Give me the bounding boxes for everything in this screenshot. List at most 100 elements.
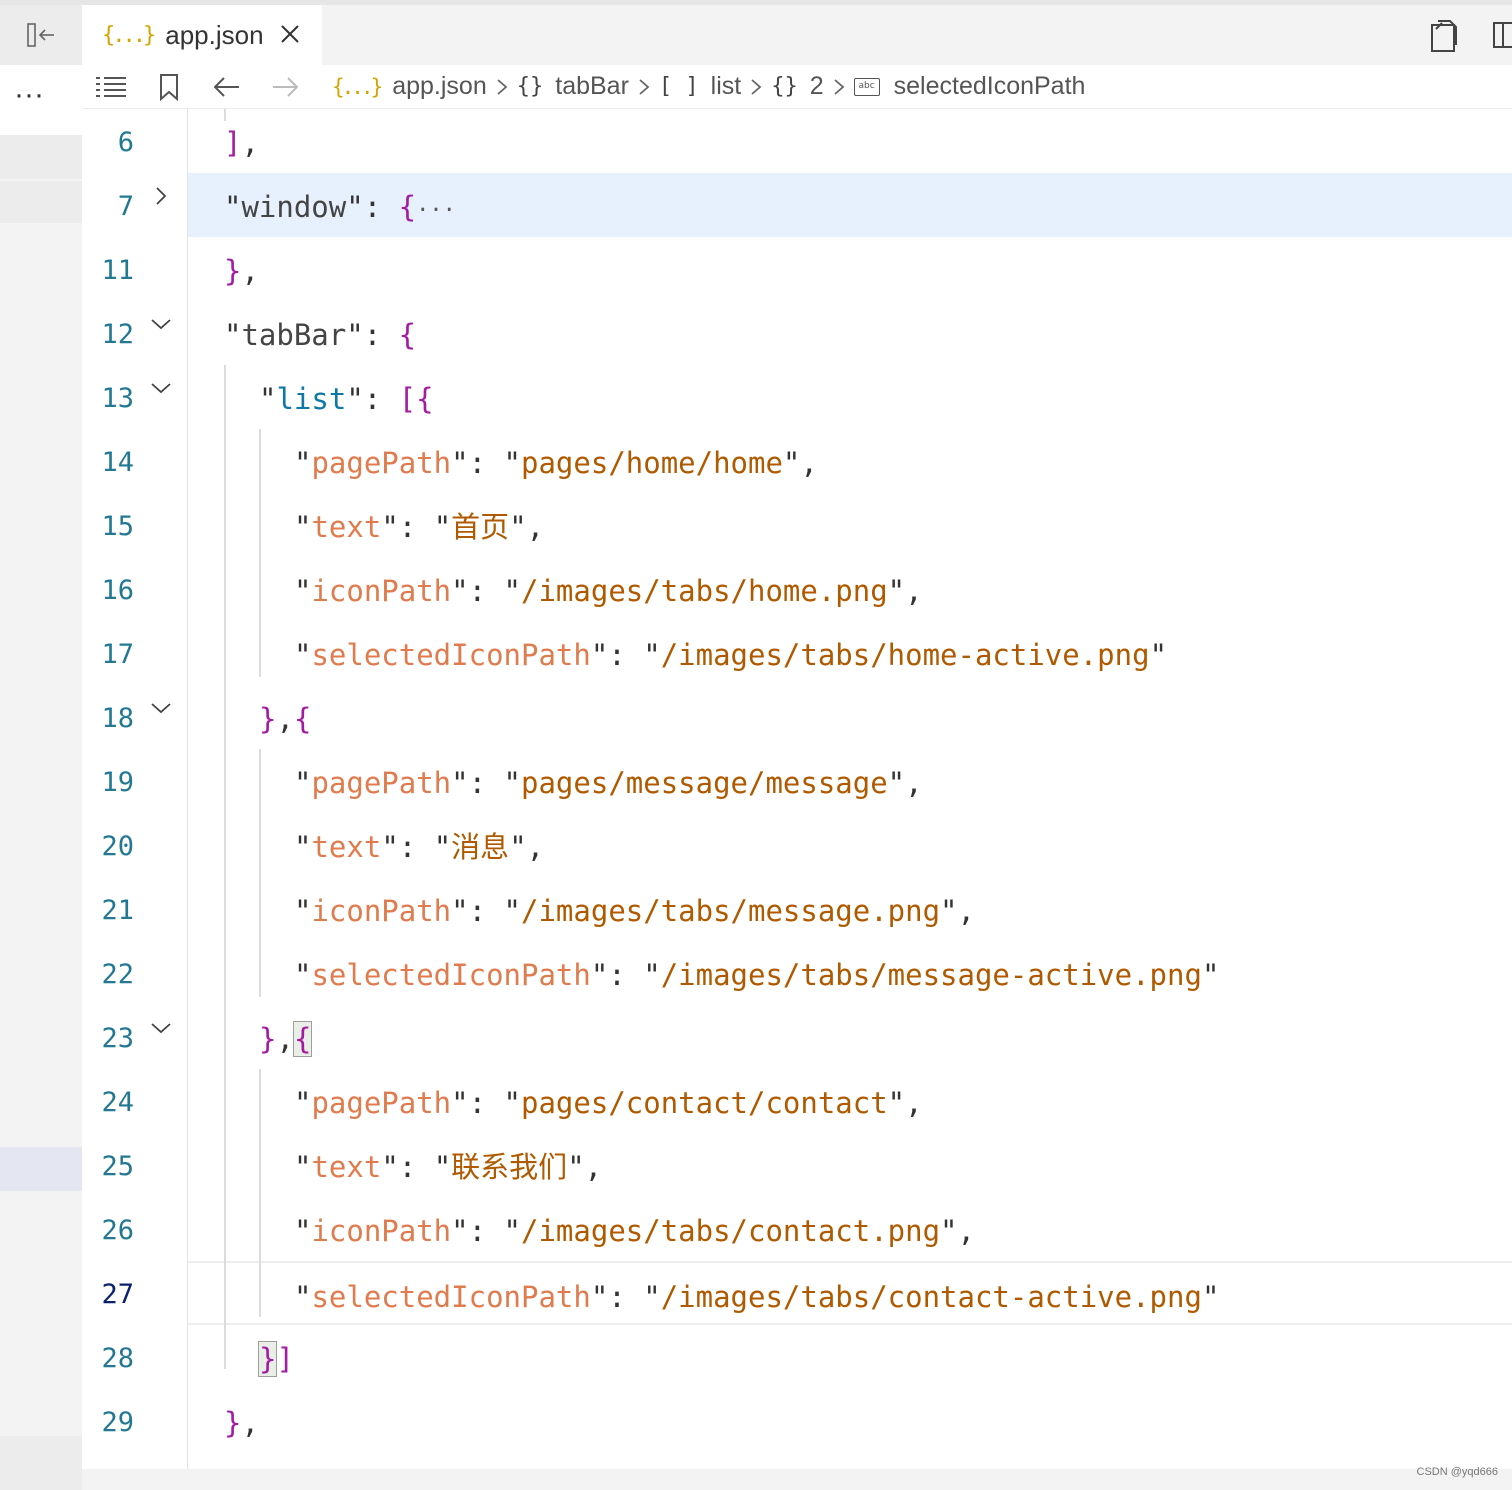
code-line[interactable]: },: [188, 237, 1512, 301]
gutter-line: 14: [82, 429, 188, 493]
breadcrumb-path: {...} app.json {} tabBar [ ] list {} 2 a…: [332, 72, 1085, 101]
split-editor-icon[interactable]: [1490, 15, 1512, 55]
string-icon: abc: [853, 77, 880, 96]
code-line[interactable]: "iconPath": "/images/tabs/home.png",: [188, 557, 1512, 621]
watermark: CSDN @yqd666: [1416, 1466, 1498, 1478]
code-text: },: [224, 254, 259, 288]
line-number: 24: [101, 1087, 134, 1118]
code-line[interactable]: "iconPath": "/images/tabs/message.png",: [188, 877, 1512, 941]
open-changes-icon[interactable]: [1424, 15, 1464, 55]
code-text: "window": {···: [224, 190, 456, 224]
line-number: 21: [101, 895, 134, 926]
code-text: "pagePath": "pages/home/home",: [294, 446, 818, 480]
code-line[interactable]: "list": [{: [188, 365, 1512, 429]
code-text: "text": "消息",: [294, 830, 545, 864]
code-line[interactable]: "selectedIconPath": "/images/tabs/contac…: [188, 1261, 1512, 1325]
breadcrumb-item-list[interactable]: list: [711, 72, 742, 101]
code-line[interactable]: },: [188, 1389, 1512, 1453]
code-area[interactable]: ], "window": {···}, "tabBar": { "list": [{ "…: [188, 109, 1512, 1469]
code-line[interactable]: "pagePath": "pages/contact/contact",: [188, 1069, 1512, 1133]
json-file-icon: {...}: [332, 74, 383, 99]
code-text: "iconPath": "/images/tabs/home.png",: [294, 574, 923, 608]
sidebar-row[interactable]: [0, 135, 82, 179]
line-number: 11: [101, 255, 134, 286]
tab-label: app.json: [165, 19, 264, 50]
code-text: },{: [259, 1021, 313, 1057]
code-line[interactable]: "pagePath": "pages/home/home",: [188, 429, 1512, 493]
code-text: "pagePath": "pages/message/message",: [294, 766, 923, 800]
json-file-icon: {...}: [102, 22, 156, 48]
code-text: "selectedIconPath": "/images/tabs/home-a…: [294, 638, 1168, 672]
gutter-line: 25: [82, 1133, 188, 1197]
code-text: "text": "联系我们",: [294, 1150, 603, 1184]
chevron-right-icon: [637, 76, 651, 98]
code-line[interactable]: "text": "联系我们",: [188, 1133, 1512, 1197]
breadcrumb-item-app-json[interactable]: app.json: [392, 72, 487, 101]
arrow-left-icon: [213, 76, 239, 97]
line-number: 26: [101, 1215, 134, 1246]
code-text: "iconPath": "/images/tabs/message.png",: [294, 894, 975, 928]
breadcrumb-item-index[interactable]: 2: [810, 72, 824, 101]
gutter-line: 13: [82, 365, 188, 429]
code-line[interactable]: ],: [188, 109, 1512, 173]
line-number: 22: [101, 959, 134, 990]
code-text: },: [224, 1406, 259, 1440]
indent-guide: [259, 749, 261, 997]
code-line[interactable]: "window": {···: [188, 173, 1512, 237]
code-text: "list": [{: [259, 382, 434, 416]
bookmark-button[interactable]: [140, 65, 198, 109]
line-number: 15: [101, 511, 134, 542]
list-icon: [96, 76, 126, 97]
code-line[interactable]: },{: [188, 685, 1512, 749]
gutter-line: 20: [82, 813, 188, 877]
line-number: 18: [101, 703, 134, 734]
code-line[interactable]: "pagePath": "pages/message/message",: [188, 749, 1512, 813]
forward-button[interactable]: [256, 65, 314, 109]
back-button[interactable]: [198, 65, 256, 109]
breadcrumb-item-selectediconpath[interactable]: selectedIconPath: [894, 72, 1086, 101]
breadcrumb-item-tabbar[interactable]: tabBar: [555, 72, 629, 101]
gutter-line: 29: [82, 1389, 188, 1453]
code-line[interactable]: "text": "首页",: [188, 493, 1512, 557]
code-line[interactable]: "selectedIconPath": "/images/tabs/home-a…: [188, 621, 1512, 685]
line-number: 12: [101, 319, 134, 350]
code-line[interactable]: "text": "消息",: [188, 813, 1512, 877]
code-text: "text": "首页",: [294, 510, 545, 544]
code-line[interactable]: },{: [188, 1005, 1512, 1069]
gutter-line: 24: [82, 1069, 188, 1133]
line-number: 28: [101, 1343, 134, 1374]
gutter-line: 22: [82, 941, 188, 1005]
code-text: }]: [257, 1341, 294, 1377]
arrow-right-icon: [273, 76, 299, 97]
breadcrumb: {...} app.json {} tabBar [ ] list {} 2 a…: [82, 65, 1512, 109]
outline-button[interactable]: [82, 65, 140, 109]
collapse-sidebar-icon: [27, 23, 54, 47]
code-text: "selectedIconPath": "/images/tabs/contac…: [294, 1280, 1220, 1314]
tab-app-json[interactable]: {...} app.json: [82, 5, 322, 65]
line-number: 17: [101, 639, 134, 670]
chevron-right-icon[interactable]: [150, 185, 172, 207]
gutter-line: 26: [82, 1197, 188, 1261]
code-line[interactable]: }]: [188, 1325, 1512, 1389]
chevron-down-icon[interactable]: [150, 313, 172, 335]
gutter-line: 6: [82, 109, 188, 173]
more-actions-button[interactable]: ···: [0, 65, 82, 135]
chevron-down-icon[interactable]: [150, 1017, 172, 1039]
code-editor[interactable]: 6 7 11 12 13 14 15 16 17 18 19 20 21 22 23 24 25 26 27 28 29…: [82, 109, 1512, 1469]
sidebar-row[interactable]: [0, 181, 82, 223]
sidebar-footer: [0, 1436, 82, 1490]
chevron-down-icon[interactable]: [150, 377, 172, 399]
chevron-right-icon: [832, 76, 846, 98]
close-icon[interactable]: [276, 20, 304, 48]
chevron-down-icon[interactable]: [150, 697, 172, 719]
code-text: "pagePath": "pages/contact/contact",: [294, 1086, 923, 1120]
line-number-gutter: 6 7 11 12 13 14 15 16 17 18 19 20 21 22 23 24 25 26 27 28 29: [82, 109, 188, 1469]
sidebar-row-selected[interactable]: [0, 1147, 82, 1191]
code-line[interactable]: "selectedIconPath": "/images/tabs/messag…: [188, 941, 1512, 1005]
code-text: ],: [224, 126, 259, 160]
collapse-sidebar-button[interactable]: [0, 5, 82, 65]
code-line[interactable]: "tabBar": {: [188, 301, 1512, 365]
line-number: 20: [101, 831, 134, 862]
object-icon: {}: [516, 74, 544, 99]
code-line[interactable]: "iconPath": "/images/tabs/contact.png",: [188, 1197, 1512, 1261]
